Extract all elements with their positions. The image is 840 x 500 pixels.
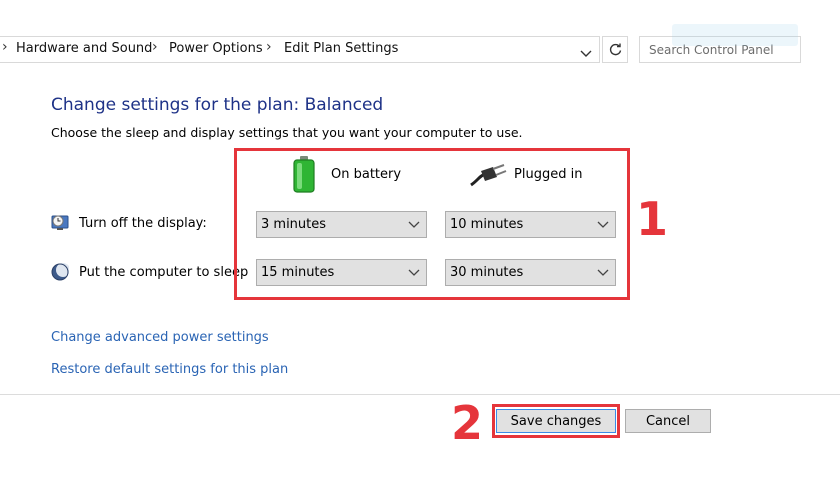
footer-divider bbox=[0, 394, 840, 395]
moon-sleep-icon bbox=[51, 263, 69, 281]
change-advanced-power-settings-link[interactable]: Change advanced power settings bbox=[51, 330, 269, 345]
watermark-logo bbox=[672, 24, 798, 46]
refresh-button[interactable] bbox=[602, 36, 628, 63]
breadcrumb-edit-plan-settings[interactable]: Edit Plan Settings bbox=[284, 41, 398, 56]
step-number-2: 2 bbox=[451, 396, 484, 450]
restore-default-settings-link[interactable]: Restore default settings for this plan bbox=[51, 362, 288, 377]
step-number-1: 1 bbox=[636, 192, 669, 246]
address-bar[interactable]: › Hardware and Sound › Power Options › E… bbox=[0, 36, 600, 63]
breadcrumb-separator: › bbox=[266, 39, 272, 55]
breadcrumb-hardware-and-sound[interactable]: Hardware and Sound bbox=[16, 41, 152, 56]
highlight-box-step-1 bbox=[234, 148, 630, 300]
breadcrumb-separator: › bbox=[152, 39, 158, 55]
page-title: Change settings for the plan: Balanced bbox=[51, 95, 384, 115]
page-subtitle: Choose the sleep and display settings th… bbox=[51, 125, 523, 140]
save-changes-button[interactable]: Save changes bbox=[496, 409, 616, 433]
breadcrumb-separator: › bbox=[2, 39, 8, 55]
chevron-down-icon[interactable] bbox=[580, 44, 596, 58]
display-clock-icon bbox=[51, 215, 69, 230]
sleep-label: Put the computer to sleep bbox=[79, 265, 249, 280]
refresh-icon bbox=[609, 43, 622, 56]
cancel-button[interactable]: Cancel bbox=[625, 409, 711, 433]
turn-off-display-label: Turn off the display: bbox=[79, 216, 207, 231]
breadcrumb-power-options[interactable]: Power Options bbox=[169, 41, 263, 56]
